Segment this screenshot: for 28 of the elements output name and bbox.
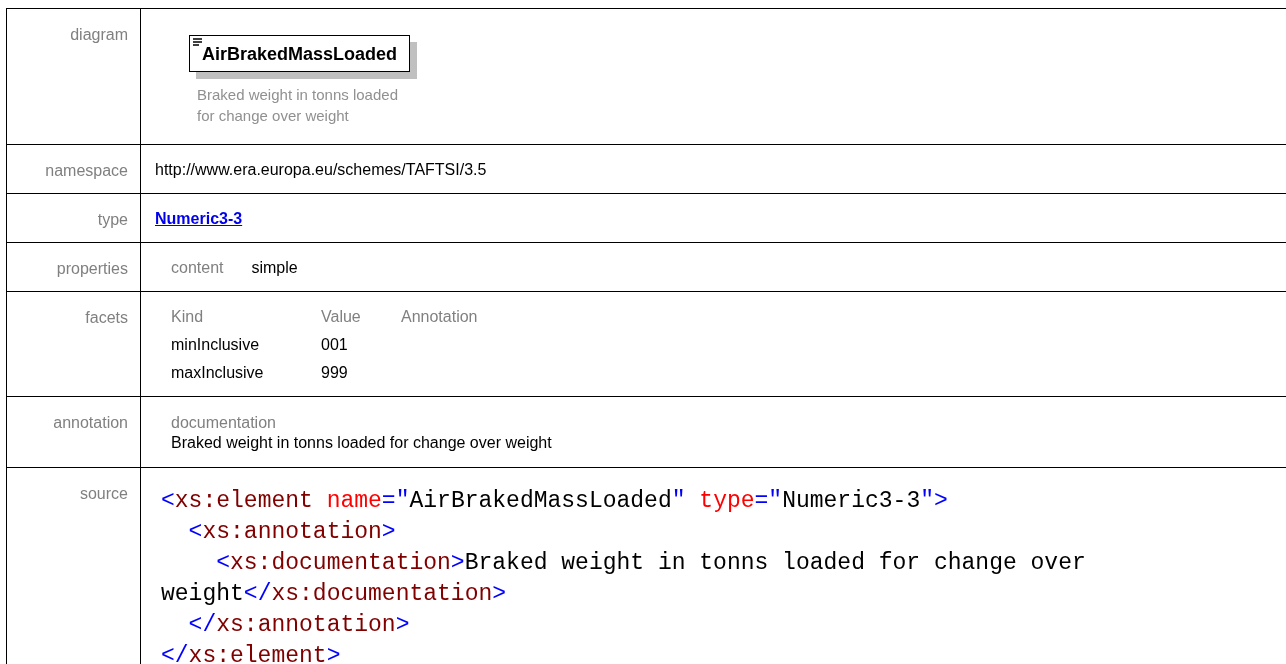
column-header: Value [321, 308, 362, 326]
code-line: <xs:documentation>Braked weight in tonns loaded for change over [215, 549, 1087, 578]
row-label: type [97, 211, 128, 228]
facet-value: 999 [321, 364, 349, 382]
row-label: source [79, 485, 128, 502]
annotation-heading: documentation [171, 413, 277, 433]
code-line: <xs:annotation> [187, 518, 397, 547]
row-label: properties [56, 260, 128, 277]
row-label: namespace [45, 162, 128, 179]
code-line: </xs:annotation> [187, 611, 411, 640]
facet-kind: maxInclusive [171, 364, 265, 382]
row-label: diagram [70, 26, 128, 43]
code-line: </xs:element> [161, 642, 342, 664]
facet-value: 001 [321, 336, 349, 354]
property-value: simple [251, 259, 298, 277]
annotation-text: Braked weight in tonns loaded for change over weight [171, 433, 553, 453]
namespace-value: http://www.era.europa.eu/schemes/TAFTSI/3.5 [155, 161, 487, 178]
code-line: <xs:element name="AirBrakedMassLoaded" type="Numeric3-3"> [161, 487, 949, 516]
type-link[interactable]: Numeric3-3 [155, 210, 243, 227]
lines-icon [193, 38, 202, 46]
element-description: Braked weight in tonns loaded for change over weight [196, 85, 399, 126]
column-header: Kind [171, 308, 205, 326]
column-header: Annotation [401, 308, 478, 326]
code-line: weight</xs:documentation> [161, 580, 508, 609]
property-name: content [171, 259, 224, 277]
row-label: annotation [53, 414, 128, 431]
facet-kind: minInclusive [171, 336, 261, 354]
row-label: facets [85, 309, 128, 326]
